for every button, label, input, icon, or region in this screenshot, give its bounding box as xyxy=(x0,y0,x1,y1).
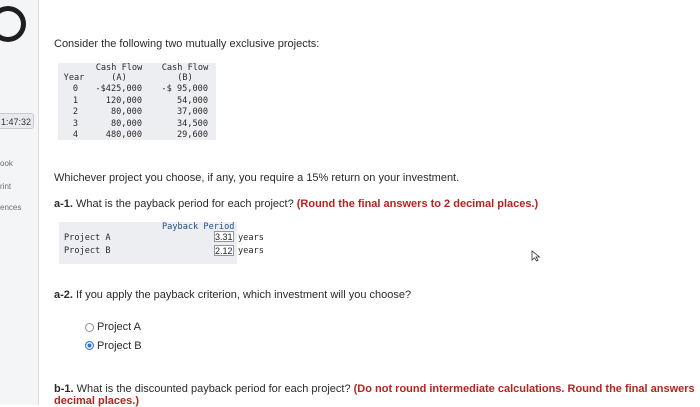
payback-unit-a: years xyxy=(238,233,264,243)
payback-a-input[interactable]: 3.31 xyxy=(214,231,234,242)
payback-period-table: Payback Period Project A 3.31 years Proj… xyxy=(59,222,264,264)
sidebar-link-references[interactable]: ences xyxy=(0,203,21,212)
payback-b-input[interactable]: 2.12 xyxy=(214,245,234,256)
logo-icon xyxy=(0,6,26,42)
radio-project-a[interactable] xyxy=(85,323,94,332)
cell-year: 0 xyxy=(72,84,78,94)
question-b1-instruction-cont: decimal places.) xyxy=(54,395,139,407)
mouse-cursor-icon xyxy=(531,250,541,262)
payback-label-b: Project B xyxy=(64,246,111,256)
payback-unit-b: years xyxy=(238,246,264,256)
payback-label-a: Project A xyxy=(64,233,111,243)
question-b1: b-1. What is the discounted payback peri… xyxy=(54,383,695,395)
cell-year: 4 xyxy=(72,130,78,140)
cell-cash-flow-b: 29,600 xyxy=(176,130,208,140)
cell-cash-flow-a: 120,000 xyxy=(105,95,142,106)
cash-flow-table: Year Cash Flow (A) Cash Flow (B) 0 -$425,0… xyxy=(58,63,216,140)
option-label-b: Project B xyxy=(97,340,142,352)
cell-cash-flow-a: 80,000 xyxy=(110,118,142,129)
cell-year: 3 xyxy=(72,118,78,129)
header-cash-flow-a: Cash Flow (A) xyxy=(95,63,143,83)
cell-cash-flow-b: 54,000 xyxy=(176,95,208,106)
cell-cash-flow-a: 480,000 xyxy=(105,130,142,140)
cell-cash-flow-b: 37,000 xyxy=(176,107,208,117)
cell-cash-flow-a: 80,000 xyxy=(110,107,142,117)
question-a2: a-2. If you apply the payback criterion,… xyxy=(54,289,412,301)
question-a1: a-1. What is the payback period for each… xyxy=(54,198,539,210)
radio-project-b[interactable] xyxy=(85,341,94,350)
left-sidebar: 1:47:32 ook rint ences xyxy=(0,0,39,405)
sidebar-link-ebook[interactable]: ook xyxy=(0,159,13,168)
sidebar-link-print[interactable]: rint xyxy=(0,182,11,191)
cell-year: 1 xyxy=(72,95,78,106)
timer: 1:47:32 xyxy=(0,113,34,129)
option-label-a: Project A xyxy=(97,321,142,333)
header-year: Year xyxy=(63,73,85,83)
question-intro: Consider the following two mutually excl… xyxy=(54,38,320,50)
required-return-text: Whichever project you choose, if any, yo… xyxy=(54,172,460,184)
cell-cash-flow-a: -$425,000 xyxy=(95,84,142,94)
header-cash-flow-b: Cash Flow (B) xyxy=(161,63,209,83)
cell-cash-flow-b: -$ 95,000 xyxy=(161,84,208,94)
cell-cash-flow-b: 34,500 xyxy=(176,118,208,129)
cell-year: 2 xyxy=(72,107,78,117)
